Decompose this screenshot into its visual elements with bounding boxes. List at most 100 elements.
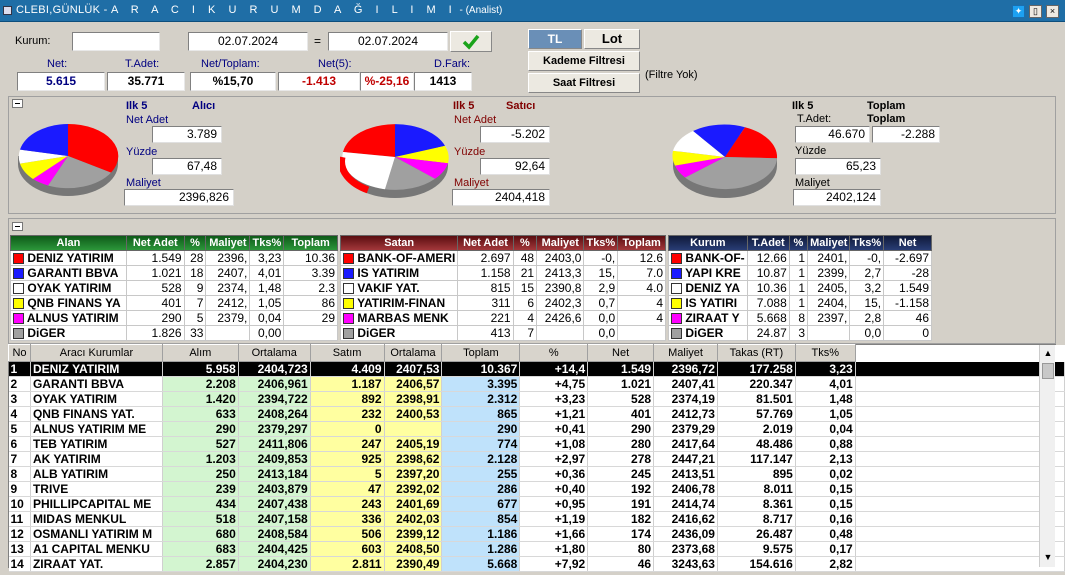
vertical-scrollbar[interactable]: ▲ ▼ xyxy=(1039,345,1055,567)
cell-alim: 2.857 xyxy=(162,556,239,572)
alan-row[interactable]: GARANTI BBVA 1.021 18 2407, 4,01 3.39 xyxy=(10,265,338,281)
cell-alim-ort: 2407,438 xyxy=(238,496,311,512)
kurum-maliyet-header[interactable]: Maliyet xyxy=(807,235,851,251)
cell-tks: 2,13 xyxy=(795,451,856,467)
twitter-icon[interactable]: ✦ xyxy=(1012,5,1025,18)
col-toplam[interactable]: Toplam xyxy=(441,344,521,362)
satan-row[interactable]: YATIRIM-FINAN 311 6 2402,3 0,7 4 xyxy=(339,295,666,311)
scroll-up-icon[interactable]: ▲ xyxy=(1040,345,1056,361)
white-swatch xyxy=(671,283,682,295)
kurum-tadet-header[interactable]: T.Adet xyxy=(746,235,790,251)
kurum-row[interactable]: DENIZ YA 10.36 1 2405, 3,2 1.549 xyxy=(668,280,932,296)
apply-button[interactable] xyxy=(450,31,492,52)
cell-takas: 48.486 xyxy=(717,436,796,452)
col-alim[interactable]: Alım xyxy=(161,344,239,362)
scroll-down-icon[interactable]: ▼ xyxy=(1040,549,1056,565)
kurum-header[interactable]: Kurum xyxy=(668,235,748,251)
table-row[interactable]: 1 DENIZ YATIRIM 5.958 2404,723 4.409 2407,53 1… xyxy=(8,361,1065,377)
tl-toggle[interactable]: TL xyxy=(528,29,582,49)
satan-header[interactable]: Satan xyxy=(339,235,459,251)
alan-tks-header[interactable]: Tks% xyxy=(249,235,285,251)
kurum-net-header[interactable]: Net xyxy=(883,235,932,251)
close-icon[interactable]: × xyxy=(1046,5,1059,18)
alan-toplam-header[interactable]: Toplam xyxy=(283,235,338,251)
table-row[interactable]: 4 QNB FINANS YAT. 633 2408,264 232 2400,53 865… xyxy=(8,406,1065,422)
cell-takas: 26.487 xyxy=(717,526,796,542)
date-from-field[interactable]: 02.07.2024 xyxy=(188,32,308,51)
cell-net: 80 xyxy=(587,541,655,557)
restore-icon[interactable]: ▯ xyxy=(1029,5,1042,18)
table-row[interactable]: 8 ALB YATIRIM 250 2413,184 5 2397,20 255 +0,36 2… xyxy=(8,466,1065,482)
kurum-row[interactable]: YAPI KRE 10.87 1 2399, 2,7 -28 xyxy=(668,265,932,281)
col-maliyet[interactable]: Maliyet xyxy=(653,344,718,362)
kurum-table: Kurum T.Adet% Maliyet Tks% Net BANK-OF- 12.66… xyxy=(668,235,932,341)
table-row[interactable]: 13 A1 CAPITAL MENKU 683 2404,425 603 2408,50 1… xyxy=(8,541,1065,557)
app-icon[interactable] xyxy=(3,6,12,15)
alan-row[interactable]: OYAK YATIRIM 528 9 2374, 1,48 2.3 xyxy=(10,280,338,296)
satici-net-adet-label: Net Adet xyxy=(454,114,497,126)
alan-row[interactable]: QNB FINANS YA 401 7 2412, 1,05 86 xyxy=(10,295,338,311)
table-row[interactable]: 6 TEB YATIRIM 527 2411,806 247 2405,19 774 +1,0… xyxy=(8,436,1065,452)
cell-tks: 0,88 xyxy=(795,436,856,452)
lot-toggle[interactable]: Lot xyxy=(584,29,640,49)
satan-toplam-header[interactable]: Toplam xyxy=(617,235,666,251)
table-row[interactable]: 2 GARANTI BBVA 2.208 2406,961 1.187 2406,57 3.… xyxy=(8,376,1065,392)
col-takas[interactable]: Takas (RT) xyxy=(716,344,796,362)
scroll-thumb[interactable] xyxy=(1042,363,1054,379)
col-net[interactable]: Net xyxy=(587,344,655,362)
kademe-filter-button[interactable]: Kademe Filtresi xyxy=(528,51,640,71)
kurum-pct-header[interactable]: % xyxy=(788,235,809,251)
alan-row[interactable]: DENIZ YATIRIM 1.549 28 2396, 3,23 10.36 xyxy=(10,250,338,266)
kurum-tks-header[interactable]: Tks% xyxy=(849,235,885,251)
col-satim[interactable]: Satım xyxy=(309,344,385,362)
alan-net-adet-header[interactable]: Net Adet xyxy=(125,235,185,251)
cell-maliyet: 2379,29 xyxy=(653,421,718,437)
col-alim-ortalama[interactable]: Ortalama xyxy=(237,344,311,362)
table-row[interactable]: 7 AK YATIRIM 1.203 2409,853 925 2398,62 2.128 +… xyxy=(8,451,1065,467)
alan-pct-header[interactable]: % xyxy=(183,235,207,251)
kurum-row[interactable]: BANK-OF- 12.66 1 2401, -0, -2.697 xyxy=(668,250,932,266)
satan-row[interactable]: MARBAS MENK 221 4 2426,6 0,0 4 xyxy=(339,310,666,326)
col-tks[interactable]: Tks% xyxy=(794,344,856,362)
kurum-row[interactable]: DiGER 24.87 3 0,0 0 xyxy=(668,325,932,341)
cell-pct: +2,97 xyxy=(519,451,589,467)
satan-pct-header[interactable]: % xyxy=(512,235,538,251)
satici-title: Ilk 5 xyxy=(453,100,475,112)
satan-row[interactable]: BANK-OF-AMERI 2.697 48 2403,0 -0, 12.6 xyxy=(339,250,666,266)
satan-tks-header[interactable]: Tks% xyxy=(583,235,619,251)
alan-header[interactable]: Alan xyxy=(10,235,127,251)
cell-satim: 506 xyxy=(310,526,385,542)
kurum-row[interactable]: ZIRAAT Y 5.668 8 2397, 2,8 46 xyxy=(668,310,932,326)
satan-maliyet-header[interactable]: Maliyet xyxy=(536,235,585,251)
table-row[interactable]: 9 TRIVE 239 2403,879 47 2392,02 286 +0,40 192 240… xyxy=(8,481,1065,497)
table-row[interactable]: 11 MIDAS MENKUL 518 2407,158 336 2402,03 854 +1… xyxy=(8,511,1065,527)
cell-net: 280 xyxy=(587,436,655,452)
cell-pct: +1,08 xyxy=(519,436,589,452)
alan-row[interactable]: DiGER 1.826 33 0,00 xyxy=(10,325,338,341)
saat-filter-button[interactable]: Saat Filtresi xyxy=(528,73,640,93)
table-row[interactable]: 3 OYAK YATIRIM 1.420 2394,722 892 2398,91 2.31… xyxy=(8,391,1065,407)
col-no[interactable]: No xyxy=(8,344,31,362)
cell-satim: 925 xyxy=(310,451,385,467)
satan-row[interactable]: DiGER 413 7 0,0 xyxy=(339,325,666,341)
table-row[interactable]: 12 OSMANLI YATIRIM M 680 2408,584 506 2399,12… xyxy=(8,526,1065,542)
col-araci-kurumlar[interactable]: Aracı Kurumlar xyxy=(29,344,163,362)
table-row[interactable]: 10 PHILLIPCAPITAL ME 434 2407,438 243 2401,69… xyxy=(8,496,1065,512)
satan-row[interactable]: VAKIF YAT. 815 15 2390,8 2,9 4.0 xyxy=(339,280,666,296)
satan-row[interactable]: IS YATIRIM 1.158 21 2413,3 15, 7.0 xyxy=(339,265,666,281)
kurum-input[interactable] xyxy=(72,32,160,51)
date-to-field[interactable]: 02.07.2024 xyxy=(328,32,448,51)
cell-satim-ort: 2398,62 xyxy=(384,451,443,467)
col-percent[interactable]: % xyxy=(519,344,589,362)
alan-maliyet-header[interactable]: Maliyet xyxy=(205,235,251,251)
collapse-pies-icon[interactable] xyxy=(12,99,23,108)
kurum-row[interactable]: IS YATIRI 7.088 1 2404, 15, -1.158 xyxy=(668,295,932,311)
table-row[interactable]: 5 ALNUS YATIRIM ME 290 2379,297 0 290 +0,41 290… xyxy=(8,421,1065,437)
alan-row[interactable]: ALNUS YATIRIM 290 5 2379, 0,04 29 xyxy=(10,310,338,326)
table-row[interactable]: 14 ZIRAAT YAT. 2.857 2404,230 2.811 2390,49 5.… xyxy=(8,556,1065,572)
col-satim-ortalama[interactable]: Ortalama xyxy=(383,344,443,362)
alici-title: Ilk 5 xyxy=(126,100,148,112)
satan-net-adet-header[interactable]: Net Adet xyxy=(457,235,514,251)
cell-takas: 895 xyxy=(717,466,796,482)
collapse-summary-icon[interactable] xyxy=(12,222,23,231)
